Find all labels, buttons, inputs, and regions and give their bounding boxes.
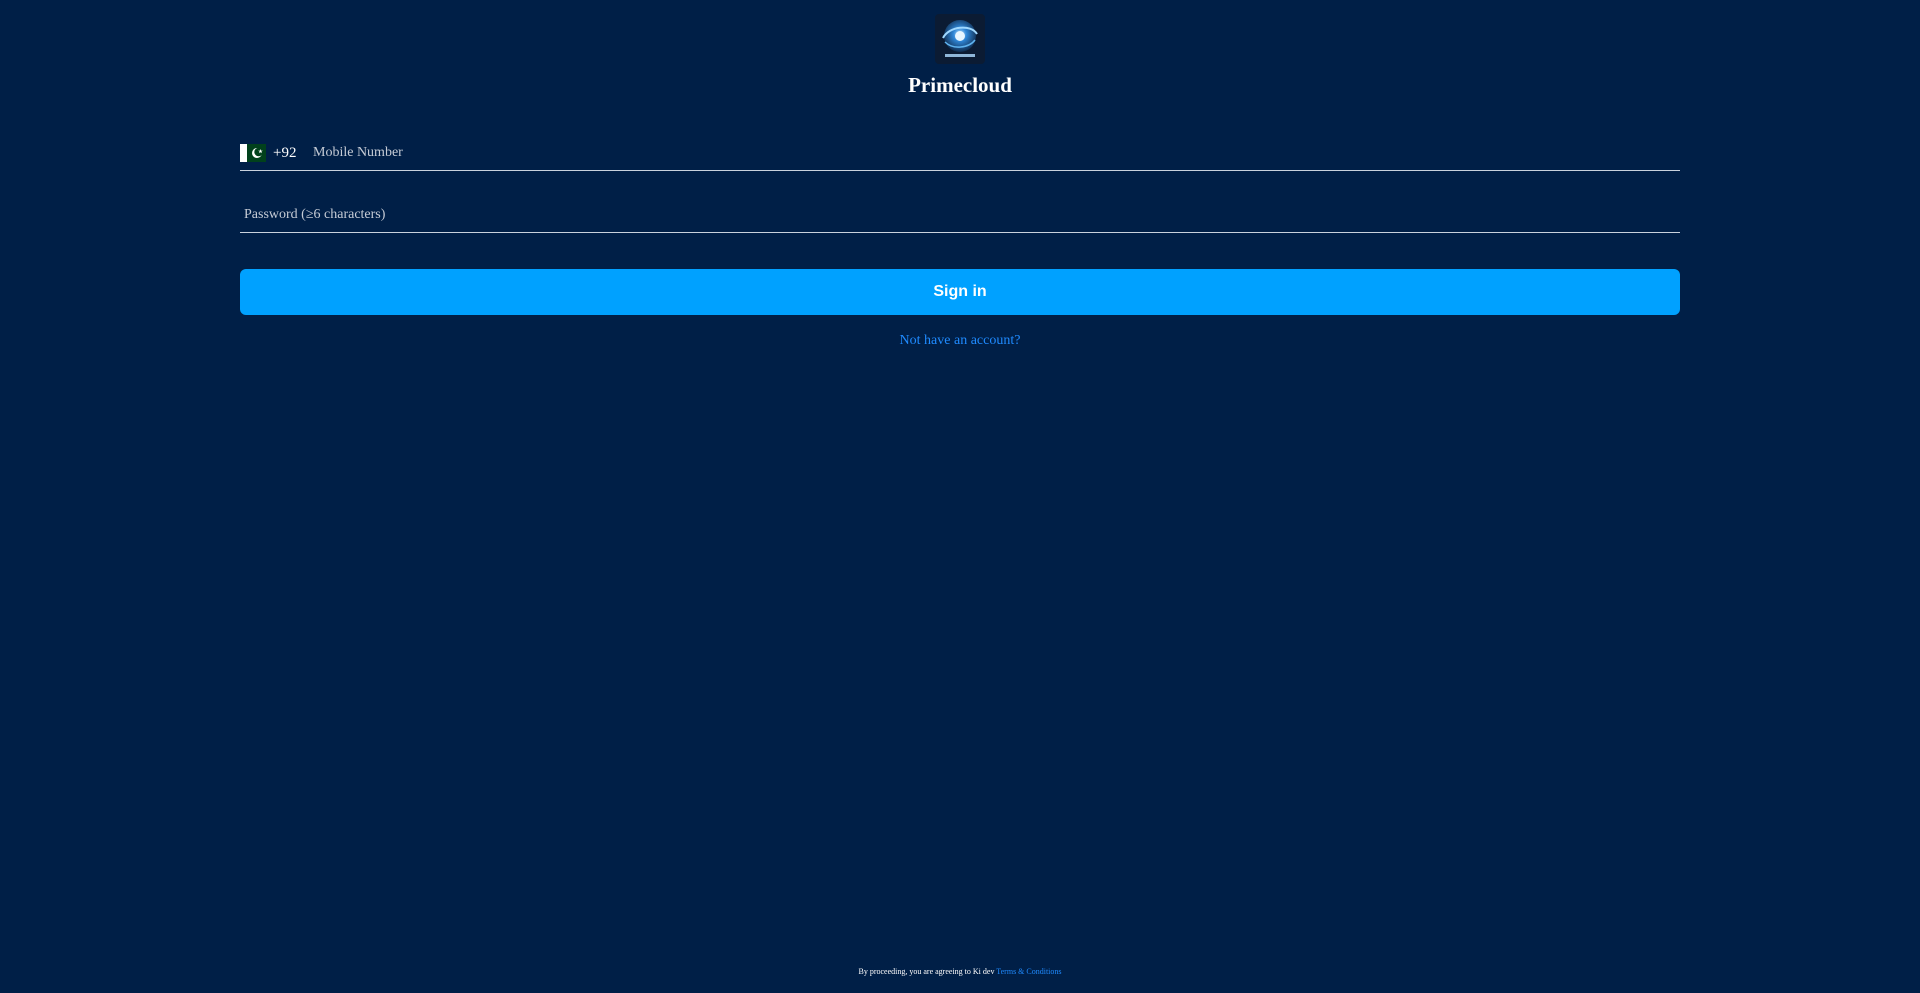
login-form: +92 Sign in Not have an account?: [240, 136, 1680, 349]
pakistan-flag-icon[interactable]: [240, 144, 266, 162]
phone-field: +92: [240, 136, 1680, 171]
footer: By proceeding, you are agreeing to Ki de…: [0, 967, 1920, 977]
terms-link[interactable]: Terms & Conditions: [996, 967, 1061, 976]
mobile-number-input[interactable]: [309, 138, 1680, 168]
app-title: Primecloud: [908, 73, 1012, 97]
register-link[interactable]: Not have an account?: [240, 333, 1680, 349]
sign-in-button[interactable]: Sign in: [240, 269, 1680, 315]
footer-text: By proceeding, you are agreeing to Ki de…: [858, 967, 995, 976]
primecloud-logo-icon: [935, 14, 985, 64]
password-field: [240, 198, 1680, 233]
country-code[interactable]: +92: [273, 145, 309, 162]
app-header: Primecloud: [0, 14, 1920, 97]
login-page: Primecloud +92 Sign in Not have an accou…: [0, 0, 1920, 993]
password-input[interactable]: [240, 200, 1680, 230]
